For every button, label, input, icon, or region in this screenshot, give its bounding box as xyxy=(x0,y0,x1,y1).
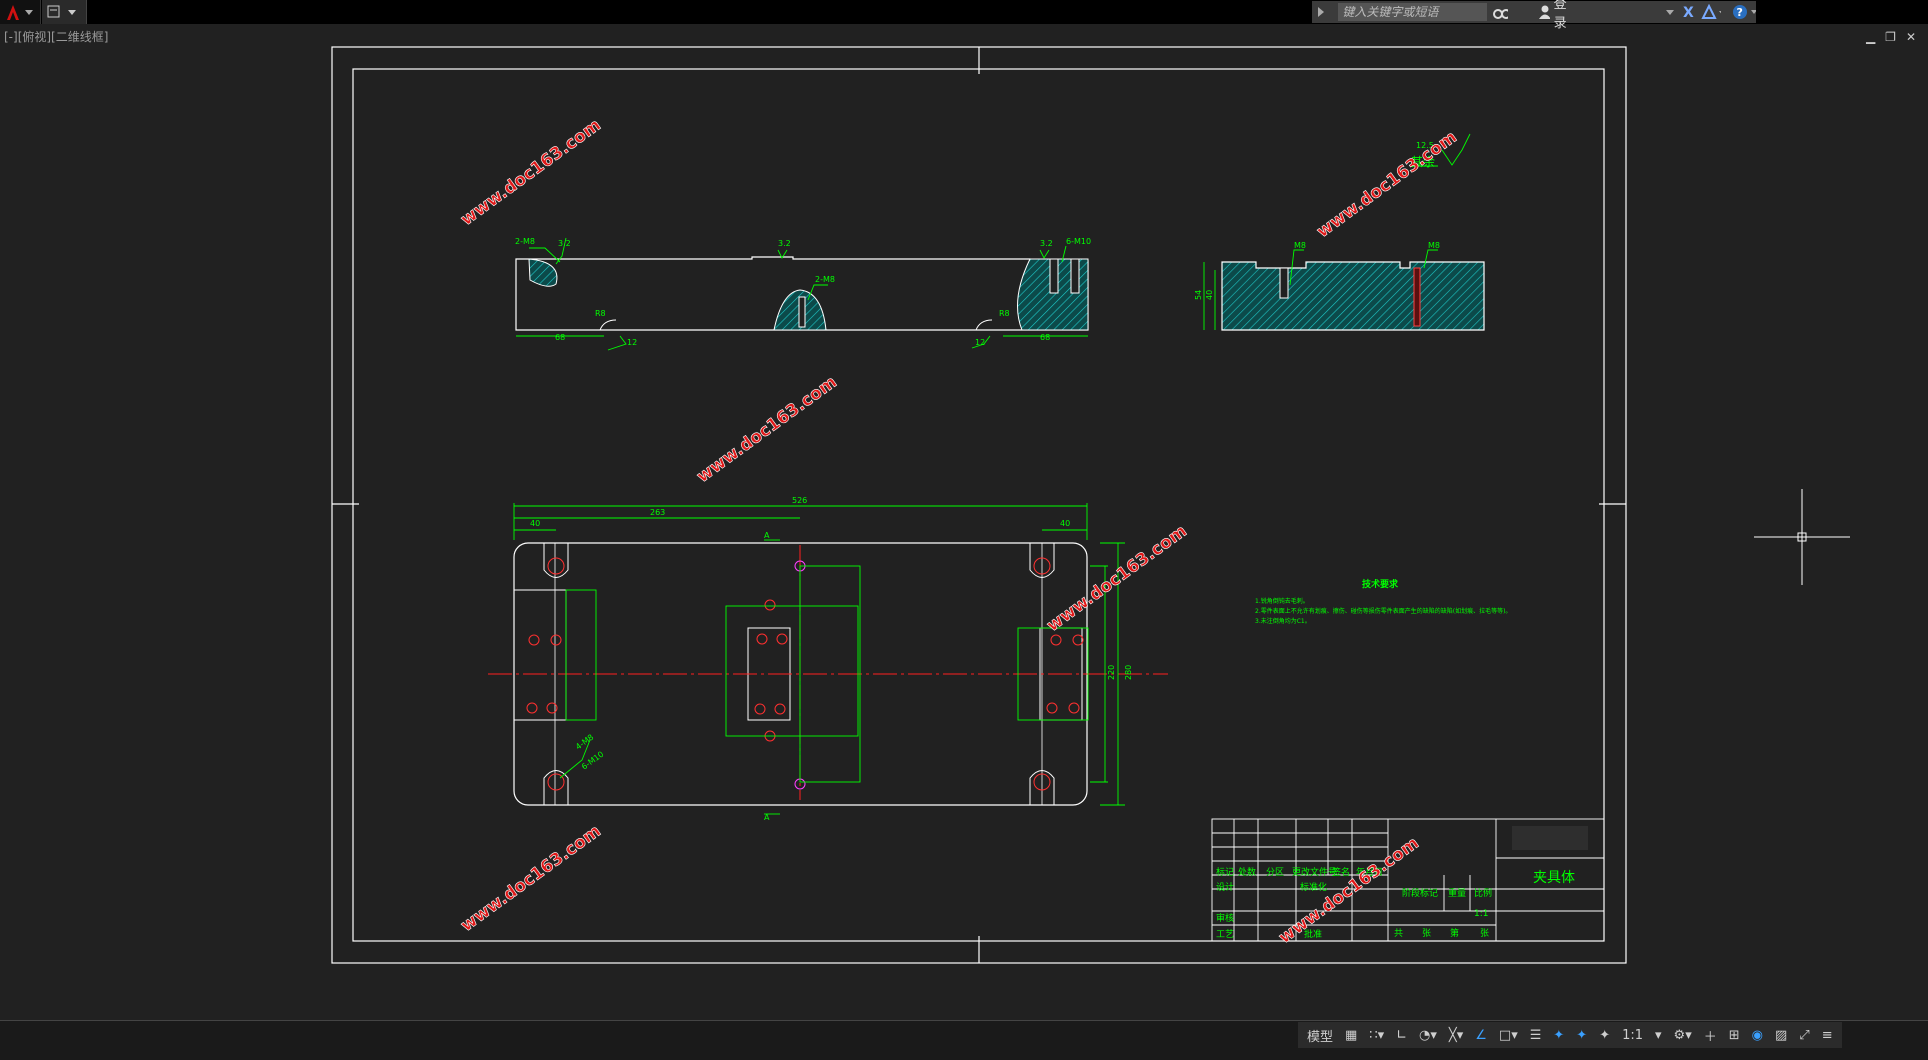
svg-text:40: 40 xyxy=(1060,519,1070,528)
application-titlebar: 键入关键字或短语 登录 X ? xyxy=(0,0,1928,31)
svg-text:设计: 设计 xyxy=(1216,881,1234,893)
svg-text:www.doc163.com: www.doc163.com xyxy=(1043,521,1191,636)
svg-text:共: 共 xyxy=(1394,928,1403,939)
user-icon xyxy=(1539,5,1550,19)
inner-frame xyxy=(352,68,1605,942)
svg-text:处数: 处数 xyxy=(1238,866,1256,878)
ortho-icon[interactable]: ∟ xyxy=(1393,1024,1410,1046)
svg-text:220: 220 xyxy=(1107,665,1116,680)
quick-access-toolbar[interactable] xyxy=(42,0,87,24)
svg-text:分区: 分区 xyxy=(1266,867,1284,878)
search-login-group: 键入关键字或短语 登录 X ? xyxy=(1312,0,1757,31)
svg-text:审核: 审核 xyxy=(1216,912,1234,924)
svg-text:1:1: 1:1 xyxy=(1474,909,1488,919)
svg-text:40: 40 xyxy=(530,519,540,528)
side-section-view xyxy=(1221,261,1485,331)
a360-icon[interactable] xyxy=(1701,4,1721,20)
svg-text:3.2: 3.2 xyxy=(778,239,791,248)
svg-text:重量: 重量 xyxy=(1448,887,1466,899)
svg-text:4-M8: 4-M8 xyxy=(574,733,595,752)
svg-text:?: ? xyxy=(1736,6,1742,19)
svg-text:阶段标记: 阶段标记 xyxy=(1402,887,1438,899)
svg-text:A: A xyxy=(764,813,770,822)
app-menu-button[interactable] xyxy=(0,0,41,24)
svg-text:www.doc163.com: www.doc163.com xyxy=(457,115,605,230)
exchange-icon[interactable]: X xyxy=(1682,4,1697,20)
watermarks: www.doc163.com www.doc163.com www.doc163… xyxy=(457,115,1461,948)
tech-line-3: 3.未注倒角均为C1。 xyxy=(1255,617,1311,625)
svg-text:6-M10: 6-M10 xyxy=(1066,237,1091,246)
osnap-tracking-icon[interactable]: ∠ xyxy=(1472,1024,1490,1046)
svg-text:标记: 标记 xyxy=(1216,866,1234,878)
tech-line-2: 2.零件表面上不允许有划痕、擦伤、碰伤等损伤零件表面产生的缺陷的缺陷(如划痕、拉… xyxy=(1255,607,1511,615)
model-space-button[interactable]: 模型 xyxy=(1304,1024,1336,1046)
snap-icon[interactable]: ∷▾ xyxy=(1366,1024,1387,1046)
svg-text:更改文件号: 更改文件号 xyxy=(1292,866,1337,878)
help-icon[interactable]: ? xyxy=(1731,3,1757,21)
svg-text:40: 40 xyxy=(1205,290,1214,300)
svg-text:68: 68 xyxy=(555,333,565,342)
svg-text:标准化: 标准化 xyxy=(1300,881,1327,893)
lineweight-icon[interactable]: ☰ xyxy=(1527,1024,1545,1046)
clean-screen-icon[interactable]: ⤢ xyxy=(1796,1024,1812,1046)
gear-icon[interactable]: ⚙▾ xyxy=(1671,1024,1695,1046)
autocad-logo-icon xyxy=(7,5,33,20)
svg-text:280: 280 xyxy=(1124,665,1133,680)
isodraft-icon[interactable]: ╳▾ xyxy=(1446,1024,1466,1046)
chevron-down-icon[interactable]: ▾ xyxy=(1652,1024,1665,1046)
svg-text:第: 第 xyxy=(1450,927,1459,939)
svg-text:www.doc163.com: www.doc163.com xyxy=(457,821,605,936)
svg-text:A: A xyxy=(764,531,770,540)
svg-text:2-M8: 2-M8 xyxy=(815,275,835,284)
svg-text:www.doc163.com: www.doc163.com xyxy=(693,372,841,487)
svg-text:12: 12 xyxy=(627,338,637,347)
svg-text:54: 54 xyxy=(1194,290,1203,300)
svg-text:M8: M8 xyxy=(1294,241,1306,250)
front-section-view xyxy=(515,256,1089,331)
expand-icon[interactable] xyxy=(1316,5,1324,19)
object-snap-icon[interactable]: □▾ xyxy=(1496,1024,1521,1046)
svg-text:M8: M8 xyxy=(1428,241,1440,250)
annotation-visibility-icon[interactable]: ✦ xyxy=(1550,1024,1567,1046)
drawing-canvas[interactable]: 2-M8 3.2 3.2 3.2 6-M10 2-M8 R8 R8 12 12 … xyxy=(0,24,1928,1020)
svg-text:6-M10: 6-M10 xyxy=(580,750,606,772)
tech-title: 技术要求 xyxy=(1362,578,1399,590)
svg-text:3.2: 3.2 xyxy=(1040,239,1053,248)
part-name: 夹具体 xyxy=(1533,870,1575,886)
technical-requirements: 技术要求 1.锐角倒钝去毛刺。 2.零件表面上不允许有划痕、擦伤、碰伤等损伤零件… xyxy=(1255,578,1511,625)
svg-text:526: 526 xyxy=(792,496,807,505)
annotation-autoscale-icon[interactable]: ✦ xyxy=(1573,1024,1590,1046)
plan-dim-lines xyxy=(513,503,1125,815)
workspace-icon xyxy=(47,5,76,18)
search-input[interactable]: 键入关键字或短语 xyxy=(1338,3,1487,21)
svg-text:R8: R8 xyxy=(999,309,1010,318)
customize-menu-icon[interactable]: ≡ xyxy=(1819,1024,1836,1046)
svg-text:R8: R8 xyxy=(595,309,606,318)
isolate-objects-icon[interactable]: ◉ xyxy=(1749,1024,1766,1046)
annotation-scale-value[interactable]: 1:1 xyxy=(1619,1024,1646,1046)
svg-text:263: 263 xyxy=(650,508,665,517)
chevron-down-icon[interactable] xyxy=(1665,7,1674,17)
svg-text:工艺: 工艺 xyxy=(1216,929,1234,940)
hardware-acceleration-icon[interactable]: ▨ xyxy=(1772,1024,1790,1046)
svg-text:2-M8: 2-M8 xyxy=(515,237,535,246)
units-icon[interactable]: ⊞ xyxy=(1726,1024,1743,1046)
polar-icon[interactable]: ◔▾ xyxy=(1416,1024,1440,1046)
tech-line-1: 1.锐角倒钝去毛刺。 xyxy=(1255,597,1309,605)
svg-text:www.doc163.com: www.doc163.com xyxy=(1313,127,1461,242)
svg-text:签名: 签名 xyxy=(1332,866,1350,878)
cursor-crosshair xyxy=(1754,489,1850,585)
svg-text:比例: 比例 xyxy=(1474,887,1492,899)
svg-text:张: 张 xyxy=(1422,928,1431,939)
title-block-text: 夹具体 标记 处数 分区 更改文件号 签名 年月日 设计 标准化 阶段标记 重量… xyxy=(1216,866,1575,940)
svg-text:张: 张 xyxy=(1480,928,1489,939)
status-toolbar: 模型 ▦ ∷▾ ∟ ◔▾ ╳▾ ∠ □▾ ☰ ✦ ✦ ✦ 1:1 ▾ ⚙▾ ＋ … xyxy=(1298,1022,1842,1048)
plus-icon[interactable]: ＋ xyxy=(1701,1024,1720,1046)
svg-text:X: X xyxy=(1683,5,1694,20)
grid-icon[interactable]: ▦ xyxy=(1342,1024,1360,1046)
binoculars-icon[interactable] xyxy=(1492,4,1509,20)
annotation-scale-icon[interactable]: ✦ xyxy=(1596,1024,1613,1046)
svg-text:68: 68 xyxy=(1040,333,1050,342)
plan-dims: 526 263 40 40 A A 220 280 4-M8 6-M10 xyxy=(530,496,1133,822)
